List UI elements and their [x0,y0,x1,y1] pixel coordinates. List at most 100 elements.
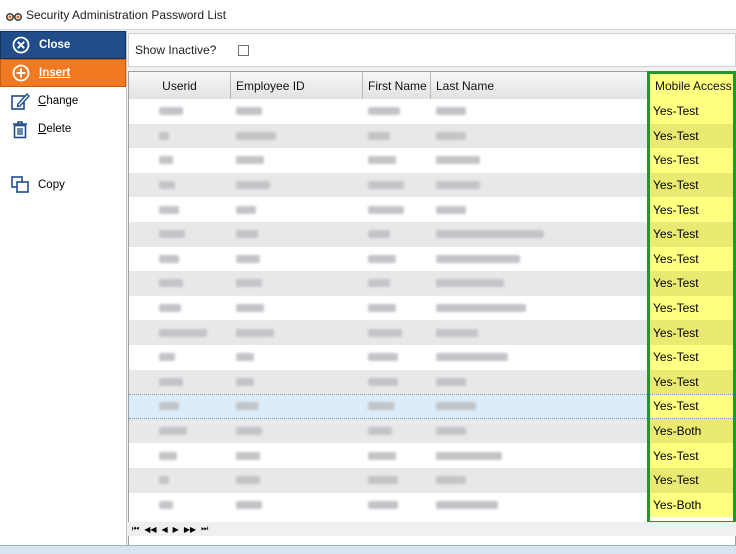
cell-first-name[interactable] [363,419,431,444]
cell-employee-id[interactable] [231,197,363,222]
cell-mobile-access[interactable]: Yes-Test [648,443,735,468]
cell-mobile-access[interactable]: Yes-Test [648,295,735,321]
cell-first-name[interactable] [363,148,431,173]
table-row[interactable]: Yes-Test [129,295,735,321]
first-record-icon[interactable]: ⏮ [132,524,139,534]
table-row[interactable]: Yes-Test [129,345,735,370]
table-row[interactable]: Yes-Test [129,222,735,247]
cell-employee-id[interactable] [231,296,363,321]
cell-userid[interactable] [129,271,231,296]
cell-last-name[interactable] [431,197,648,222]
cell-employee-id[interactable] [231,370,363,395]
cell-userid[interactable] [129,173,231,198]
cell-first-name[interactable] [363,345,431,370]
table-row[interactable]: Yes-Test [129,123,735,149]
table-row[interactable]: Yes-Test [129,271,735,296]
column-header-userid[interactable]: Userid [129,72,231,99]
cell-userid[interactable] [129,370,231,395]
cell-last-name[interactable] [431,222,648,247]
cell-employee-id[interactable] [231,99,363,124]
cell-mobile-access[interactable]: Yes-Test [648,197,735,222]
cell-first-name[interactable] [363,124,431,149]
cell-mobile-access[interactable]: Yes-Both [648,418,735,444]
cell-first-name[interactable] [363,468,431,493]
previous-record-icon[interactable]: ◀ [162,525,168,534]
cell-mobile-access[interactable]: Yes-Test [648,246,735,272]
cell-first-name[interactable] [363,173,431,198]
cell-last-name[interactable] [431,443,648,468]
cell-userid[interactable] [129,148,231,173]
cell-employee-id[interactable] [231,247,363,272]
cell-employee-id[interactable] [231,173,363,198]
cell-userid[interactable] [129,247,231,272]
column-header-mobile-access[interactable]: Mobile Access [648,72,735,99]
column-header-last-name[interactable]: Last Name [431,72,648,99]
cell-userid[interactable] [129,345,231,370]
cell-userid[interactable] [129,493,231,518]
cell-last-name[interactable] [431,468,648,493]
table-row[interactable]: Yes-Both [129,418,735,444]
cell-mobile-access[interactable]: Yes-Test [648,345,735,370]
cell-userid[interactable] [129,124,231,149]
cell-mobile-access[interactable]: Yes-Test [648,222,735,247]
cell-employee-id[interactable] [231,395,363,418]
cell-employee-id[interactable] [231,345,363,370]
cell-employee-id[interactable] [231,148,363,173]
cell-mobile-access[interactable]: Yes-Test [648,468,735,493]
cell-userid[interactable] [129,99,231,124]
cell-employee-id[interactable] [231,468,363,493]
table-row[interactable]: Yes-Test [129,148,735,173]
cell-first-name[interactable] [363,370,431,395]
cell-last-name[interactable] [431,493,648,518]
cell-last-name[interactable] [431,99,648,124]
cell-last-name[interactable] [431,370,648,395]
table-row[interactable]: Yes-Test [129,320,735,345]
cell-last-name[interactable] [431,271,648,296]
cell-mobile-access[interactable]: Yes-Test [648,148,735,173]
table-row[interactable]: Yes-Test [129,468,735,493]
cell-employee-id[interactable] [231,320,363,345]
cell-mobile-access[interactable]: Yes-Test [648,320,735,345]
cell-first-name[interactable] [363,395,431,418]
cell-first-name[interactable] [363,296,431,321]
cell-mobile-access[interactable]: Yes-Test [648,395,735,418]
cell-last-name[interactable] [431,345,648,370]
cell-last-name[interactable] [431,395,648,418]
delete-button[interactable]: Delete [0,115,126,143]
cell-first-name[interactable] [363,99,431,124]
cell-first-name[interactable] [363,271,431,296]
cell-last-name[interactable] [431,419,648,444]
table-row[interactable]: Yes-Test [129,443,735,468]
last-record-icon[interactable]: ⏭ [201,524,208,534]
cell-employee-id[interactable] [231,222,363,247]
cell-first-name[interactable] [363,222,431,247]
table-row[interactable]: Yes-Test [129,172,735,198]
cell-userid[interactable] [129,395,231,418]
cell-userid[interactable] [129,197,231,222]
next-record-icon[interactable]: ▶ [173,525,179,534]
cell-mobile-access[interactable]: Yes-Test [648,369,735,395]
cell-mobile-access[interactable]: Yes-Test [648,271,735,296]
cell-last-name[interactable] [431,320,648,345]
column-header-employee-id[interactable]: Employee ID [231,72,363,99]
cell-userid[interactable] [129,320,231,345]
cell-first-name[interactable] [363,443,431,468]
cell-userid[interactable] [129,222,231,247]
column-header-first-name[interactable]: First Name [363,72,431,99]
table-row[interactable]: Yes-Test [129,99,735,124]
cell-last-name[interactable] [431,173,648,198]
cell-employee-id[interactable] [231,419,363,444]
cell-mobile-access[interactable]: Yes-Test [648,99,735,124]
cell-first-name[interactable] [363,197,431,222]
cell-userid[interactable] [129,468,231,493]
cell-employee-id[interactable] [231,124,363,149]
copy-button[interactable]: Copy [0,171,126,199]
table-row[interactable]: Yes-Test [129,197,735,222]
cell-mobile-access[interactable]: Yes-Both [648,492,735,518]
cell-last-name[interactable] [431,296,648,321]
close-button[interactable]: Close [0,31,126,59]
previous-page-icon[interactable]: ◀◀ [144,525,156,534]
insert-button[interactable]: Insert [0,59,126,87]
change-button[interactable]: Change [0,87,126,115]
table-row[interactable]: Yes-Both [129,492,735,518]
